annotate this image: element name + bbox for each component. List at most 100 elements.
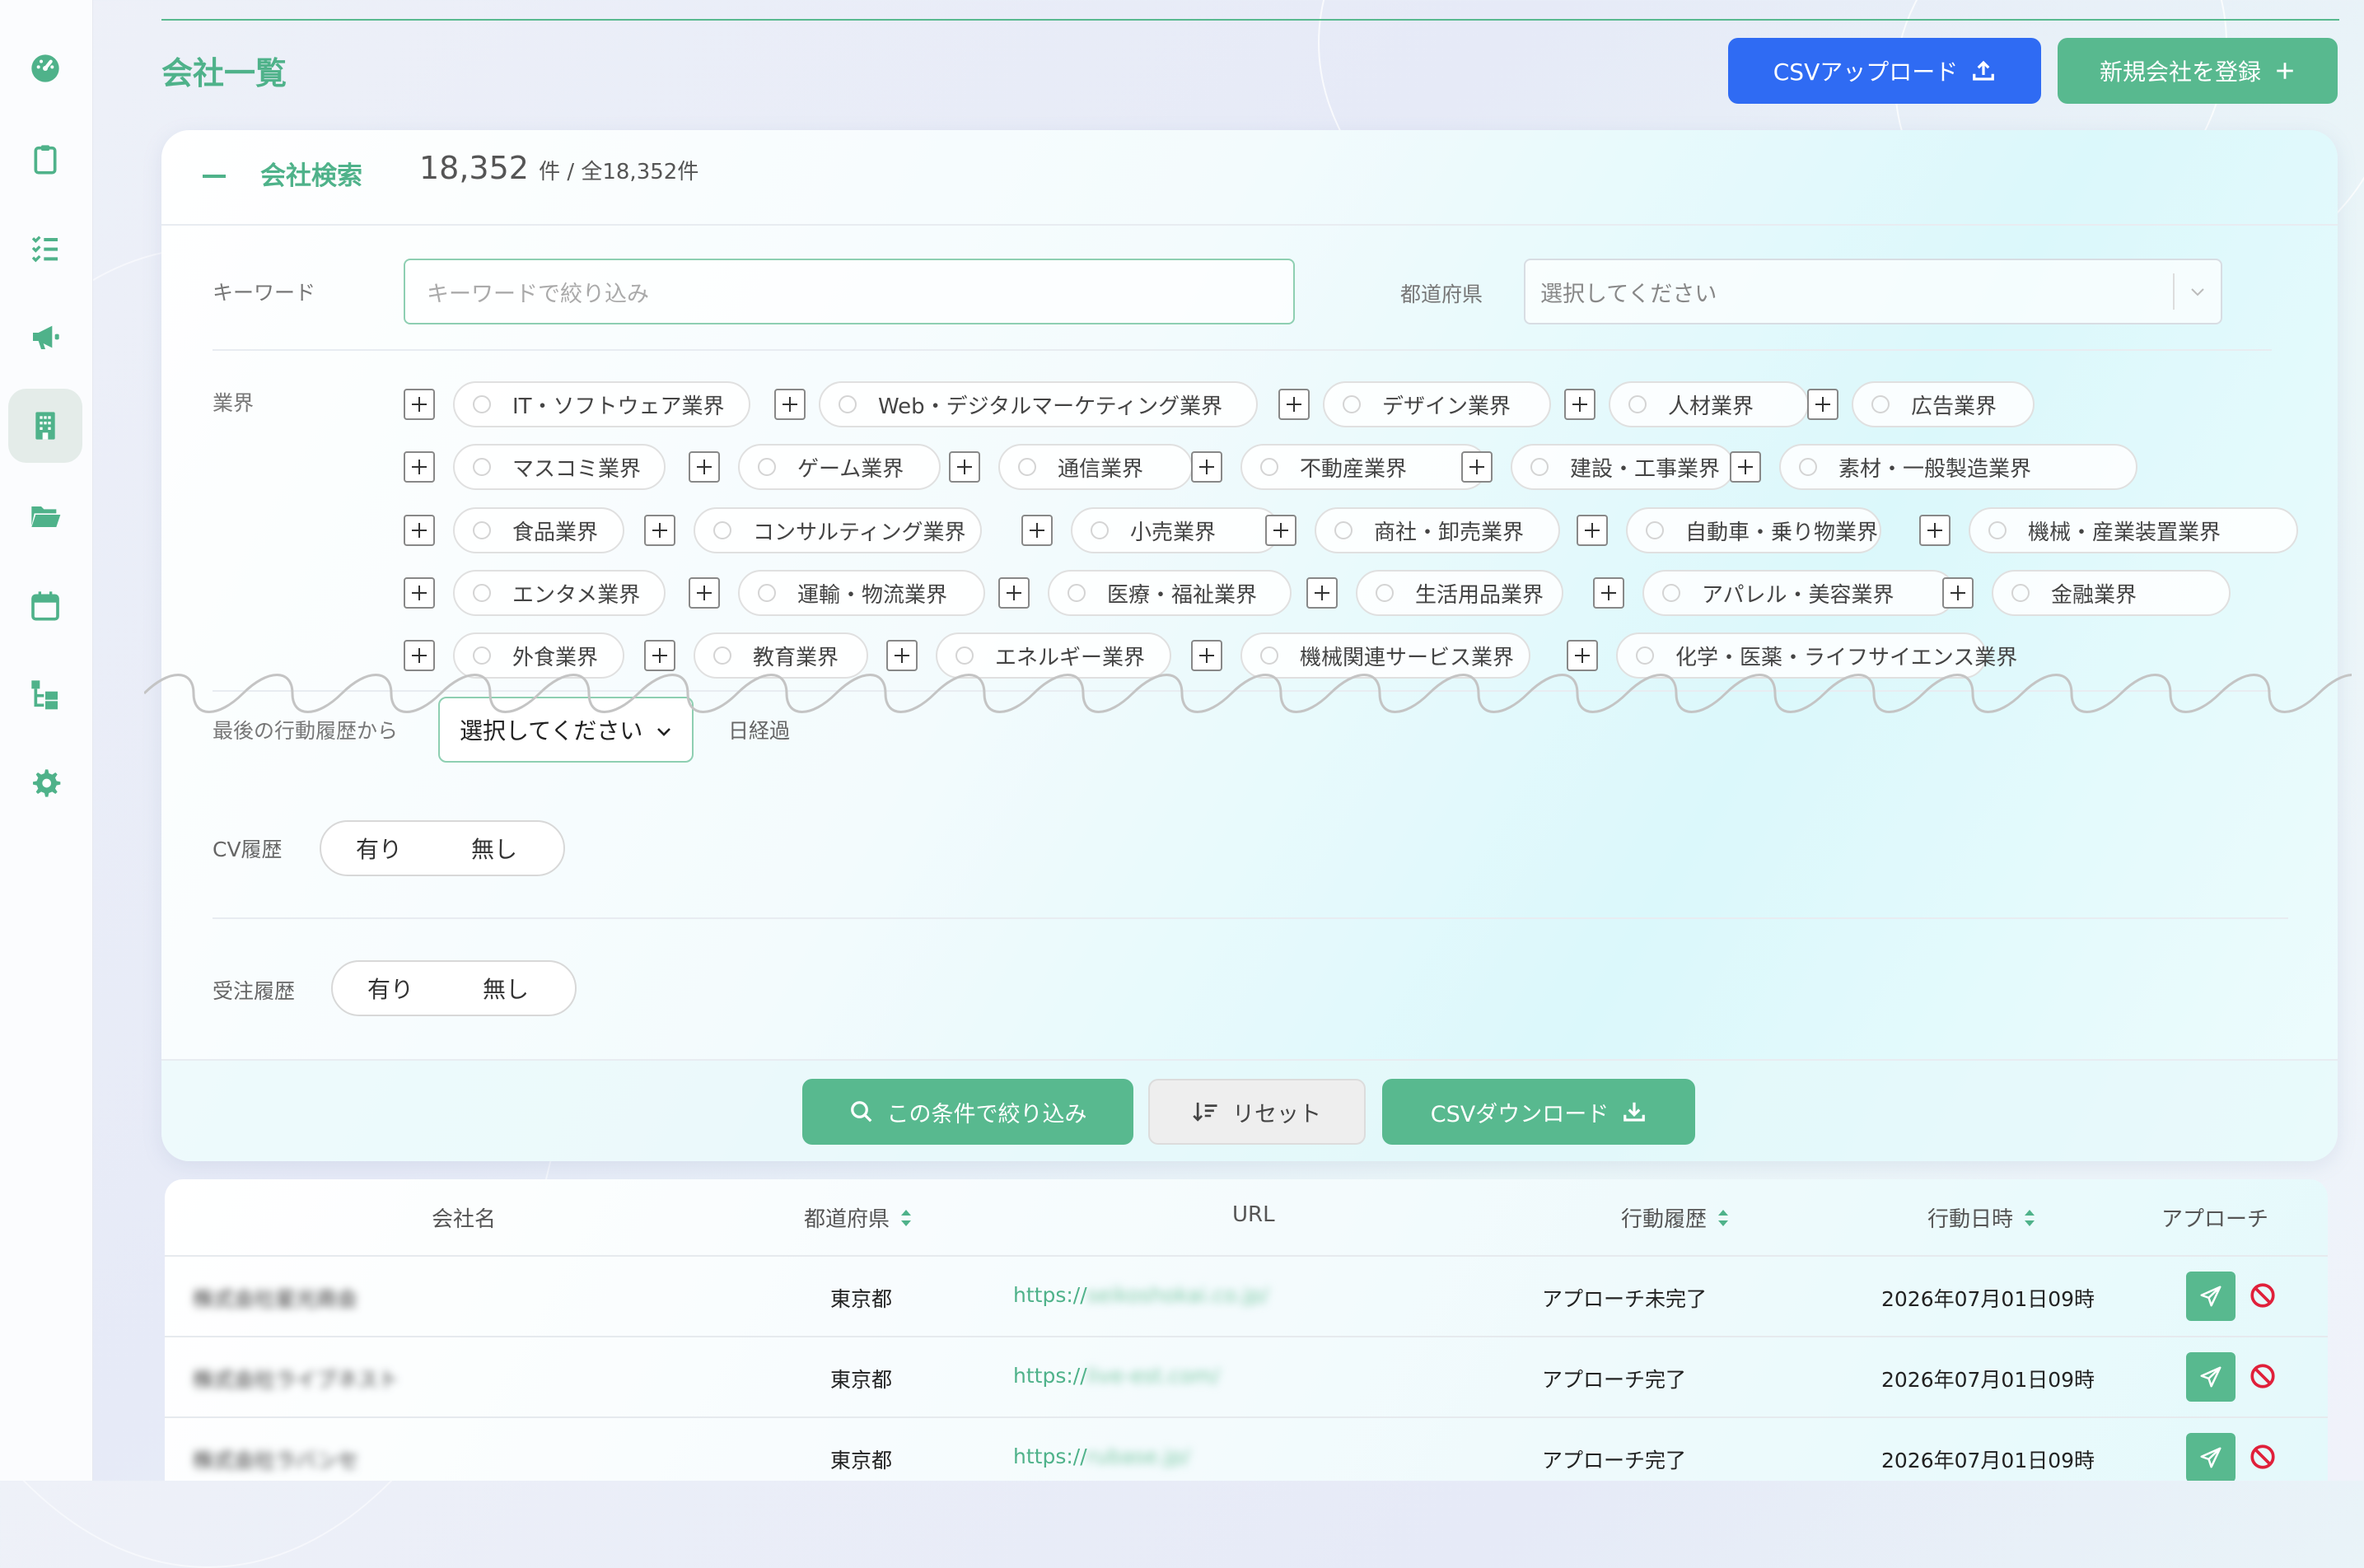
company-name[interactable]: 株式会社ラバンセ [193, 1444, 358, 1474]
industry-expand-icon[interactable] [1577, 515, 1608, 546]
header-action-date[interactable]: 行動日時 [1927, 1202, 2036, 1233]
reset-button[interactable]: リセット [1148, 1079, 1366, 1145]
approach-send-button[interactable] [2186, 1433, 2236, 1481]
radio-icon[interactable] [758, 458, 776, 476]
radio-icon[interactable] [1799, 458, 1817, 476]
industry-expand-icon[interactable] [689, 577, 720, 609]
industry-option[interactable]: 医療・福祉業界 [1048, 570, 1292, 616]
industry-expand-icon[interactable] [404, 451, 435, 483]
industry-expand-icon[interactable] [1730, 451, 1761, 483]
industry-option[interactable]: 自動車・乗り物業界 [1626, 507, 1881, 553]
industry-expand-icon[interactable] [1191, 451, 1222, 483]
industry-expand-icon[interactable] [404, 515, 435, 546]
industry-expand-icon[interactable] [1191, 640, 1222, 671]
cv-history-toggle[interactable]: 有り 無し [320, 820, 565, 876]
industry-expand-icon[interactable] [949, 451, 980, 483]
industry-option[interactable]: アパレル・美容業界 [1642, 570, 1955, 616]
industry-expand-icon[interactable] [1306, 577, 1338, 609]
radio-icon[interactable] [1871, 395, 1890, 413]
radio-icon[interactable] [473, 521, 491, 539]
keyword-input[interactable]: キーワードで絞り込み [404, 259, 1295, 324]
sort-icon[interactable] [899, 1207, 913, 1229]
radio-icon[interactable] [1376, 584, 1394, 602]
table-row[interactable]: 株式会社ライブネスト 東京都 https://live-est.com/アプローチ完… [165, 1336, 2328, 1418]
new-company-button[interactable]: 新規会社を登録 [2058, 38, 2338, 104]
industry-expand-icon[interactable] [404, 640, 435, 671]
radio-icon[interactable] [1260, 646, 1278, 665]
industry-expand-icon[interactable] [774, 389, 806, 420]
industry-option[interactable]: 不動産業界 [1240, 444, 1488, 490]
industry-option[interactable]: 金融業界 [1992, 570, 2231, 616]
industry-expand-icon[interactable] [886, 640, 918, 671]
prefecture-select[interactable]: 選択してください [1524, 259, 2222, 324]
industry-expand-icon[interactable] [1278, 389, 1310, 420]
header-action-history[interactable]: 行動履歴 [1621, 1202, 1730, 1233]
sidebar-item-checklist[interactable] [8, 211, 82, 285]
industry-option[interactable]: 小売業界 [1071, 507, 1280, 553]
industry-expand-icon[interactable] [998, 577, 1030, 609]
sidebar-item-settings[interactable] [8, 746, 82, 820]
csv-upload-button[interactable]: CSVアップロード [1728, 38, 2041, 104]
radio-icon[interactable] [1334, 521, 1353, 539]
industry-option[interactable]: 通信業界 [998, 444, 1193, 490]
csv-download-button[interactable]: CSVダウンロード [1382, 1079, 1695, 1145]
industry-expand-icon[interactable] [404, 577, 435, 609]
sidebar-item-structure[interactable] [8, 657, 82, 731]
radio-icon[interactable] [1530, 458, 1549, 476]
industry-expand-icon[interactable] [1807, 389, 1838, 420]
radio-icon[interactable] [1636, 646, 1654, 665]
block-icon[interactable] [2249, 1443, 2277, 1471]
industry-expand-icon[interactable] [1919, 515, 1951, 546]
block-icon[interactable] [2249, 1362, 2277, 1390]
approach-send-button[interactable] [2186, 1352, 2236, 1402]
sidebar-item-campaign[interactable] [8, 300, 82, 374]
sidebar-item-companies[interactable] [8, 389, 82, 463]
table-row[interactable]: 株式会社ラバンセ 東京都 https://rubase.jp/アプローチ完了 2026… [165, 1416, 2328, 1481]
url-link[interactable]: https://rubase.jp/ [1013, 1444, 1190, 1468]
radio-icon[interactable] [1068, 584, 1086, 602]
header-prefecture[interactable]: 都道府県 [804, 1202, 913, 1233]
industry-option[interactable]: 食品業界 [453, 507, 624, 553]
industry-expand-icon[interactable] [404, 389, 435, 420]
table-row[interactable]: 株式会社星光商会 東京都 https://seikoshokai.co.jp/アプロ… [165, 1255, 2328, 1337]
industry-option[interactable]: 商社・卸売業界 [1315, 507, 1560, 553]
industry-option[interactable]: 素材・一般製造業界 [1779, 444, 2137, 490]
order-yes-option[interactable]: 有り [333, 972, 448, 1005]
industry-expand-icon[interactable] [644, 515, 675, 546]
industry-expand-icon[interactable] [1567, 640, 1598, 671]
sort-icon[interactable] [1717, 1207, 1730, 1229]
radio-icon[interactable] [1091, 521, 1109, 539]
radio-icon[interactable] [839, 395, 857, 413]
industry-option[interactable]: コンサルティング業界 [694, 507, 982, 553]
industry-option[interactable]: 機械・産業装置業界 [1969, 507, 2298, 553]
radio-icon[interactable] [1662, 584, 1680, 602]
industry-option[interactable]: IT・ソフトウェア業界 [453, 381, 750, 427]
radio-icon[interactable] [713, 646, 731, 665]
industry-expand-icon[interactable] [1593, 577, 1624, 609]
block-icon[interactable] [2249, 1281, 2277, 1309]
radio-icon[interactable] [955, 646, 974, 665]
url-link[interactable]: https://live-est.com/ [1013, 1364, 1220, 1388]
radio-icon[interactable] [473, 584, 491, 602]
industry-option[interactable]: 生活用品業界 [1356, 570, 1563, 616]
industry-option[interactable]: 建設・工事業界 [1511, 444, 1735, 490]
industry-option[interactable]: 広告業界 [1852, 381, 2035, 427]
radio-icon[interactable] [1628, 395, 1647, 413]
sidebar-item-tasks[interactable] [8, 122, 82, 196]
industry-expand-icon[interactable] [1021, 515, 1053, 546]
radio-icon[interactable] [473, 395, 491, 413]
radio-icon[interactable] [1646, 521, 1664, 539]
industry-expand-icon[interactable] [1564, 389, 1595, 420]
industry-option[interactable]: Web・デジタルマーケティング業界 [819, 381, 1258, 427]
cv-no-option[interactable]: 無し [437, 832, 552, 865]
approach-send-button[interactable] [2186, 1272, 2236, 1321]
radio-icon[interactable] [1260, 458, 1278, 476]
industry-option[interactable]: 人材業界 [1609, 381, 1809, 427]
sort-icon[interactable] [2023, 1207, 2036, 1229]
industry-option[interactable]: ゲーム業界 [738, 444, 941, 490]
collapse-icon[interactable] [203, 175, 226, 178]
industry-option[interactable]: 運輸・物流業界 [738, 570, 985, 616]
company-name[interactable]: 株式会社ライブネスト [193, 1364, 399, 1393]
sidebar-item-files[interactable] [8, 478, 82, 552]
order-no-option[interactable]: 無し [448, 972, 563, 1005]
